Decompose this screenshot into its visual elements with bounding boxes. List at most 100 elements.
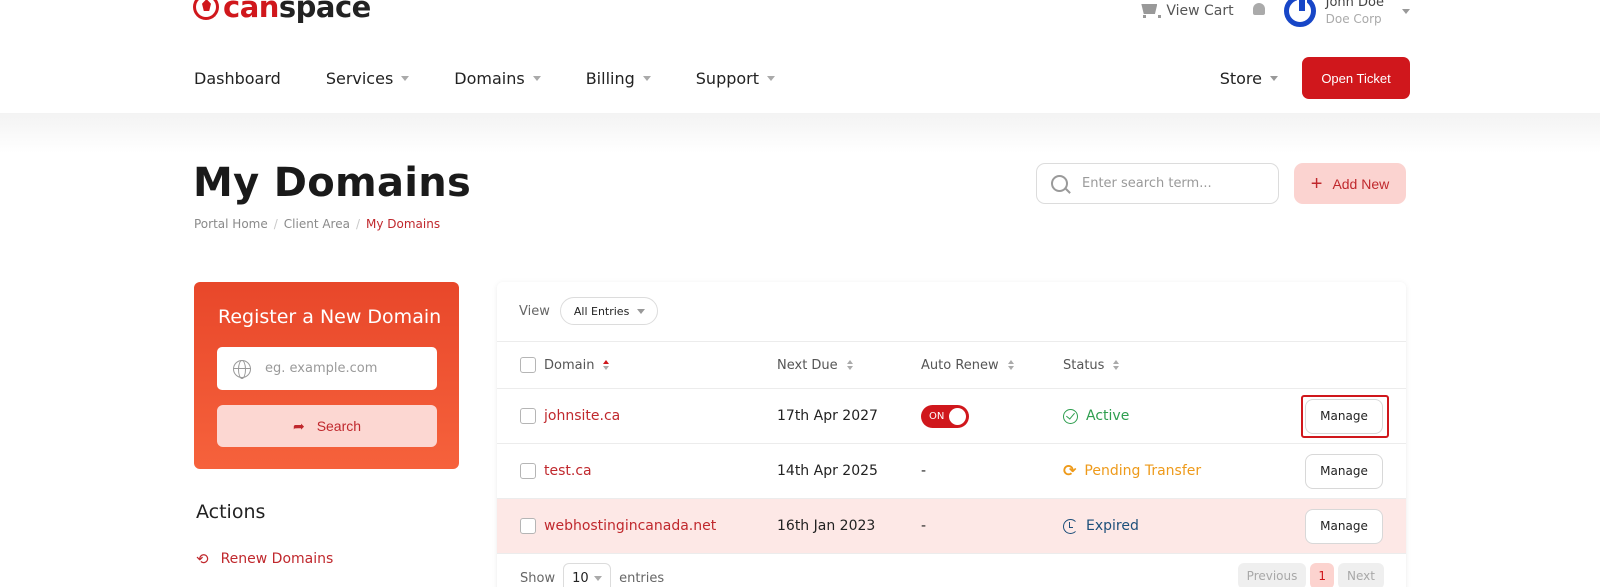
auto-renew-value: - xyxy=(921,463,927,479)
next-due-date: 17th Apr 2027 xyxy=(777,408,878,424)
next-page-button[interactable]: Next xyxy=(1338,563,1384,587)
domain-search-input[interactable] xyxy=(1082,176,1252,191)
table-row[interactable]: webhostingincanada.net 16th Jan 2023 - E… xyxy=(497,498,1406,553)
row-checkbox[interactable] xyxy=(520,444,536,498)
add-new-button[interactable]: + Add New xyxy=(1294,163,1406,204)
column-next-due[interactable]: Next Due xyxy=(777,342,853,388)
next-due-date: 14th Apr 2025 xyxy=(777,463,878,479)
view-cart-label: View Cart xyxy=(1166,3,1234,19)
nav-dashboard[interactable]: Dashboard xyxy=(194,66,281,90)
next-due-date: 16th Jan 2023 xyxy=(777,518,876,534)
notifications-bell-icon[interactable] xyxy=(1252,3,1266,19)
chevron-down-icon xyxy=(767,75,776,81)
breadcrumb-separator: / xyxy=(355,217,360,231)
check-circle-icon xyxy=(1063,408,1078,424)
sort-icon xyxy=(846,360,853,370)
main-nav: Dashboard Services Domains Billing Suppo… xyxy=(194,66,820,90)
chevron-down-icon xyxy=(532,75,541,81)
open-ticket-button[interactable]: Open Ticket xyxy=(1302,57,1410,99)
current-page-button[interactable]: 1 xyxy=(1310,563,1335,587)
view-cart-link[interactable]: View Cart xyxy=(1140,3,1234,19)
top-utility-bar: View Cart John Doe Doe Corp xyxy=(1140,0,1410,28)
auto-renew-toggle[interactable]: ON xyxy=(921,389,969,443)
nav-domains[interactable]: Domains xyxy=(454,66,541,90)
show-label: Show xyxy=(520,570,556,586)
auto-renew-value: - xyxy=(921,518,927,534)
nav-support[interactable]: Support xyxy=(696,66,776,90)
nav-right: Store Open Ticket xyxy=(1220,57,1410,99)
nav-store[interactable]: Store xyxy=(1220,69,1278,88)
domain-link[interactable]: test.ca xyxy=(544,444,592,498)
sync-icon: ⟳ xyxy=(1063,461,1077,480)
user-menu[interactable]: John Doe Doe Corp xyxy=(1283,0,1410,28)
logo-text: canspace xyxy=(223,0,371,24)
breadcrumb-separator: / xyxy=(273,217,278,231)
power-avatar-icon xyxy=(1283,0,1316,27)
domain-link[interactable]: johnsite.ca xyxy=(544,389,620,443)
chevron-down-icon xyxy=(1270,75,1278,81)
column-domain[interactable]: Domain xyxy=(544,342,610,388)
register-search-button[interactable]: ➦ Search xyxy=(217,405,437,447)
site-header: canspace View Cart John Doe Doe Corp Das… xyxy=(0,0,1600,113)
globe-icon xyxy=(233,359,251,379)
status-badge: ⟳ Pending Transfer xyxy=(1063,461,1202,480)
manage-cell: Manage xyxy=(1305,444,1383,498)
domain-search-box[interactable] xyxy=(1036,163,1279,204)
sort-icon xyxy=(1113,360,1120,370)
cart-icon xyxy=(1140,4,1162,18)
table-header-row: Domain Next Due Auto Renew Status xyxy=(497,341,1406,388)
header-shadow-band xyxy=(0,113,1600,153)
renew-domains-label: Renew Domains xyxy=(220,551,334,567)
chevron-down-icon xyxy=(642,75,651,81)
breadcrumb-client-area[interactable]: Client Area xyxy=(284,217,350,231)
chevron-down-icon xyxy=(401,75,410,81)
column-auto-renew[interactable]: Auto Renew xyxy=(921,342,1014,388)
search-icon xyxy=(1051,175,1068,192)
share-arrow-icon: ➦ xyxy=(292,417,305,434)
domain-link[interactable]: webhostingincanada.net xyxy=(544,499,716,553)
register-domain-card: Register a New Domain ➦ Search xyxy=(194,282,459,469)
breadcrumb: Portal Home / Client Area / My Domains xyxy=(194,217,440,231)
user-name: John Doe xyxy=(1325,0,1384,10)
row-checkbox[interactable] xyxy=(520,499,536,553)
table-row[interactable]: test.ca 14th Apr 2025 - ⟳ Pending Transfe… xyxy=(497,443,1406,498)
domains-table-card: View All Entries Domain Next Due Auto Re… xyxy=(497,282,1406,587)
table-row[interactable]: johnsite.ca 17th Apr 2027 ON Active Mana… xyxy=(497,388,1406,443)
select-all-checkbox[interactable] xyxy=(520,342,536,388)
chevron-down-icon xyxy=(636,308,645,314)
page-title: My Domains xyxy=(193,160,472,206)
table-footer: Show 10 entries Previous 1 Next xyxy=(497,553,1406,587)
pagination: Previous 1 Next xyxy=(1237,563,1384,587)
nav-billing[interactable]: Billing xyxy=(586,66,651,90)
clock-history-icon xyxy=(1063,518,1078,534)
actions-heading: Actions xyxy=(196,501,266,523)
register-domain-title: Register a New Domain xyxy=(218,306,442,328)
chevron-down-icon xyxy=(594,575,603,581)
chevron-down-icon xyxy=(1402,8,1410,14)
sort-icon xyxy=(603,360,610,370)
manage-button[interactable]: Manage xyxy=(1305,453,1383,489)
column-status[interactable]: Status xyxy=(1063,342,1120,388)
previous-page-button[interactable]: Previous xyxy=(1237,563,1307,587)
status-badge: Expired xyxy=(1063,499,1139,553)
view-filter-select[interactable]: All Entries xyxy=(559,297,658,325)
status-badge: Active xyxy=(1063,389,1129,443)
user-org: Doe Corp xyxy=(1325,12,1382,26)
entries-select[interactable]: 10 xyxy=(563,563,612,587)
manage-cell: Manage xyxy=(1305,499,1383,553)
renew-icon: ⟲ xyxy=(196,550,209,568)
manage-button[interactable]: Manage xyxy=(1305,398,1383,434)
plus-icon: + xyxy=(1310,172,1323,195)
register-search-label: Search xyxy=(316,418,362,434)
register-domain-input[interactable] xyxy=(265,361,425,376)
breadcrumb-current: My Domains xyxy=(366,217,441,231)
entries-label: entries xyxy=(619,570,665,586)
nav-services[interactable]: Services xyxy=(326,66,410,90)
register-domain-field[interactable] xyxy=(217,347,437,390)
sort-icon xyxy=(1007,360,1014,370)
breadcrumb-portal-home[interactable]: Portal Home xyxy=(194,217,268,231)
row-checkbox[interactable] xyxy=(520,389,536,443)
canspace-logo[interactable]: canspace xyxy=(193,0,371,24)
manage-button[interactable]: Manage xyxy=(1305,508,1383,544)
renew-domains-link[interactable]: ⟲ Renew Domains xyxy=(196,550,333,568)
